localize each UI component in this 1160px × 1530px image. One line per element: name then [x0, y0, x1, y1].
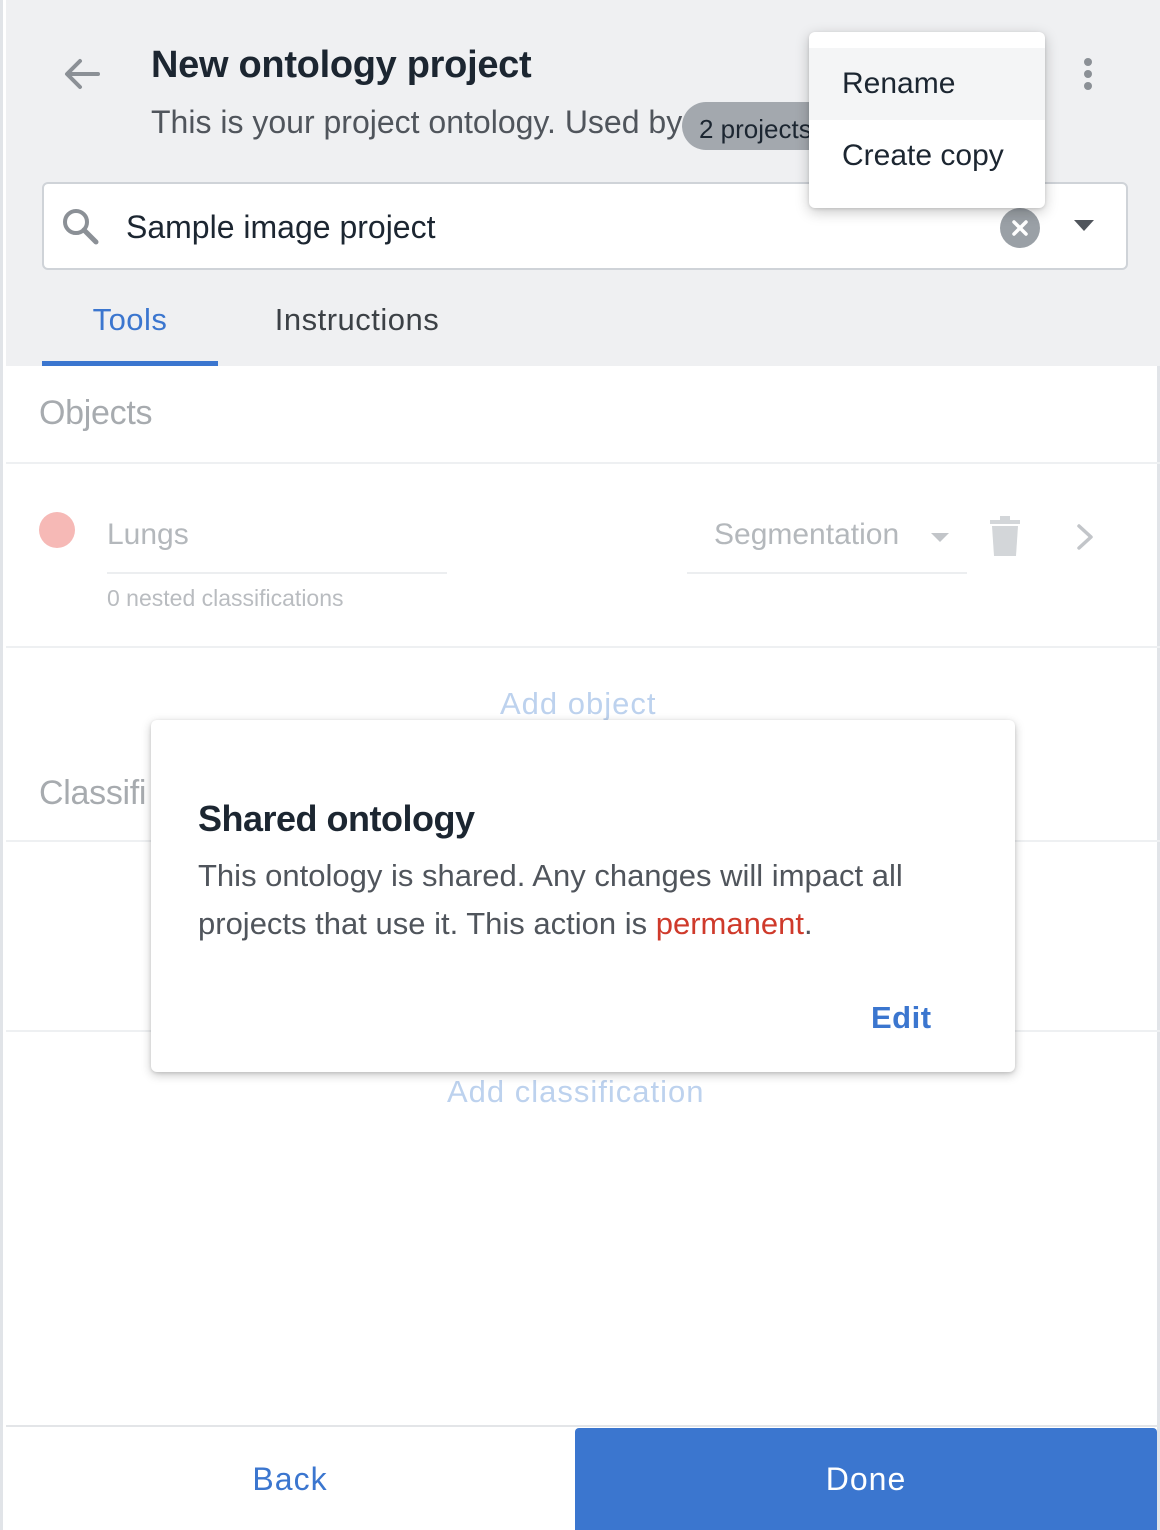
divider: [6, 462, 1160, 464]
trash-icon[interactable]: [989, 516, 1021, 556]
object-color-swatch[interactable]: [39, 512, 75, 548]
ontology-editor-panel: New ontology project This is your projec…: [0, 0, 1160, 1530]
search-input[interactable]: [126, 204, 986, 250]
add-object-link[interactable]: Add object: [500, 686, 657, 722]
classifications-section-title: Classifi: [39, 774, 147, 812]
chevron-down-icon: [931, 533, 949, 542]
page-subtitle: This is your project ontology. Used by: [151, 104, 683, 140]
done-button[interactable]: Done: [575, 1428, 1157, 1530]
chevron-right-icon[interactable]: [1073, 522, 1097, 552]
dialog-warning-text: permanent: [655, 906, 804, 941]
divider: [6, 646, 1160, 648]
back-arrow-icon[interactable]: [60, 52, 104, 96]
nested-classifications-count: 0 nested classifications: [107, 585, 344, 611]
objects-section-title: Objects: [39, 394, 153, 432]
page-title: New ontology project: [151, 44, 532, 86]
back-button[interactable]: Back: [6, 1428, 574, 1530]
edit-button[interactable]: Edit: [871, 1000, 932, 1036]
object-name-field[interactable]: Lungs: [107, 518, 447, 574]
tab-instructions[interactable]: Instructions: [242, 288, 472, 366]
footer-divider: [6, 1425, 1160, 1427]
object-type-select[interactable]: Segmentation: [687, 518, 967, 574]
shared-ontology-dialog: Shared ontology This ontology is shared.…: [151, 720, 1015, 1072]
more-options-icon[interactable]: [1074, 52, 1102, 96]
tab-tools[interactable]: Tools: [42, 288, 218, 366]
search-icon: [63, 209, 99, 245]
clear-icon[interactable]: [1000, 208, 1040, 248]
menu-item-create-copy[interactable]: Create copy: [809, 120, 1045, 192]
menu-item-rename[interactable]: Rename: [809, 48, 1045, 120]
dialog-title: Shared ontology: [198, 798, 475, 839]
dialog-body-suffix: .: [803, 906, 813, 941]
add-classification-link[interactable]: Add classification: [447, 1074, 705, 1110]
options-menu: Rename Create copy: [809, 32, 1045, 208]
chevron-down-icon[interactable]: [1074, 220, 1094, 231]
dialog-body: This ontology is shared. Any changes wil…: [198, 852, 978, 948]
